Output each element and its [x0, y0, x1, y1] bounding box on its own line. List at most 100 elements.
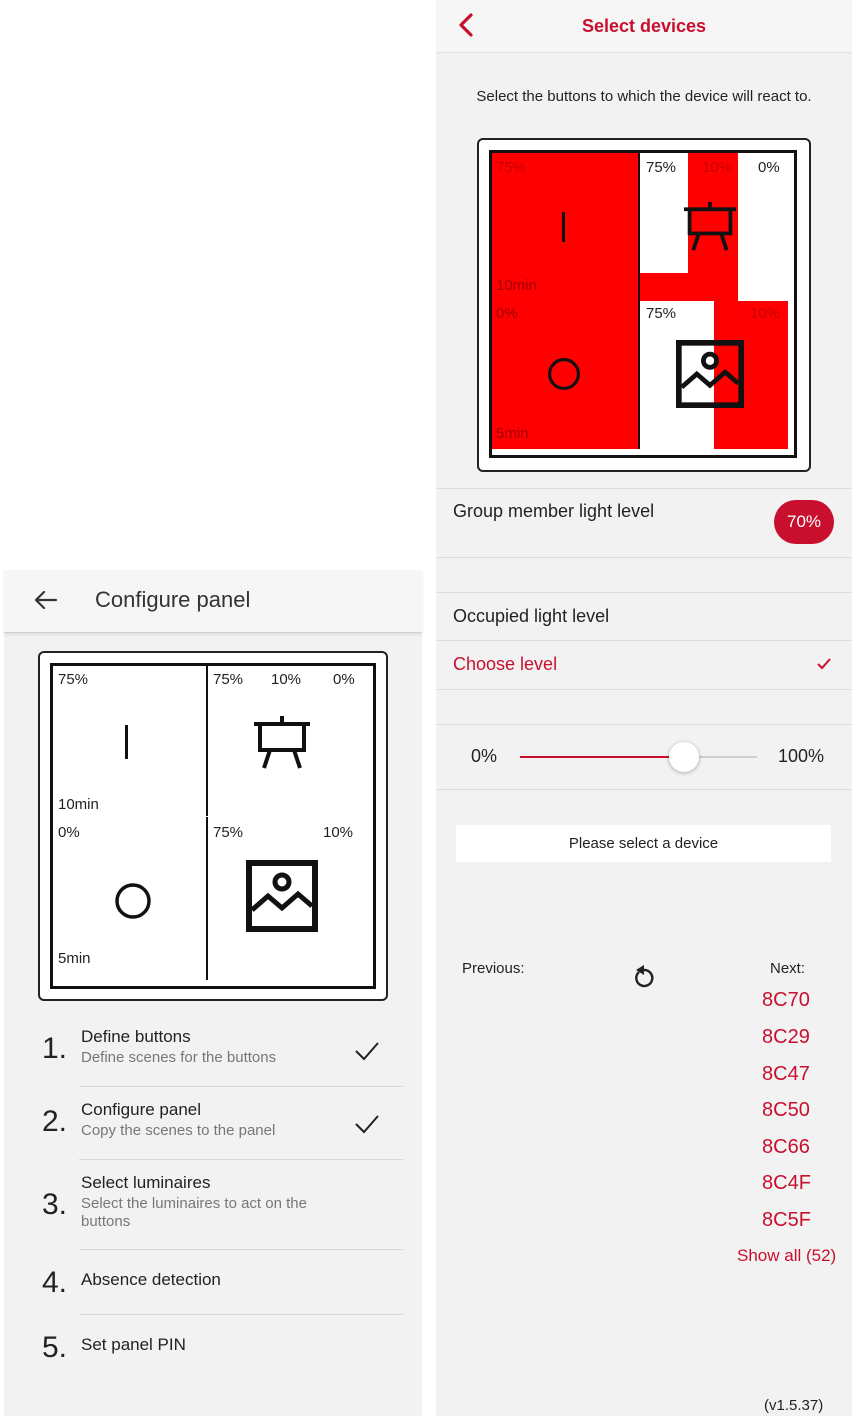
cell-label: 75% — [496, 159, 527, 176]
next-device-item[interactable]: 8C4F — [762, 1172, 811, 1195]
step-title: Configure panel — [81, 1100, 202, 1119]
picture-icon — [676, 340, 744, 408]
slider-fill — [520, 756, 684, 758]
panel-preview: 75% 10min 75% 10% 0% 0% 5min 75% 10% — [38, 651, 388, 1001]
step-number: 1. — [42, 1032, 68, 1065]
cell-label: 10% — [271, 671, 302, 688]
cell-label: 10% — [323, 824, 354, 841]
panel-buttons: 75% 10min 75% 10% 0% 0% 5min 75% 10% — [50, 663, 376, 989]
divider — [436, 488, 852, 489]
button-picture[interactable]: 75% 10% — [640, 301, 788, 449]
divider — [79, 1314, 403, 1315]
cell-label: 10% — [702, 159, 733, 176]
next-label: Next: — [770, 960, 806, 977]
slider-max-label: 100% — [778, 746, 825, 766]
slider-thumb[interactable] — [668, 742, 699, 772]
step-title: Select luminaires — [81, 1173, 211, 1192]
divider — [436, 689, 852, 690]
button-off[interactable]: 0% 5min — [492, 301, 638, 449]
divider — [79, 1086, 403, 1087]
next-device-item[interactable]: 8C5F — [762, 1209, 811, 1232]
previous-label: Previous: — [462, 960, 525, 977]
occupied-light-label: Occupied light level — [453, 606, 610, 626]
slider-min-label: 0% — [471, 746, 498, 766]
off-icon — [548, 358, 580, 390]
panel-selector: 75% 10min 0% 5min 75% 10% 0% 75% 10% — [477, 138, 811, 472]
easel-icon — [684, 201, 736, 251]
header: Select devices — [436, 0, 852, 53]
step-number: 2. — [42, 1105, 68, 1138]
cell-label: 0% — [496, 305, 518, 322]
select-devices-screen: Select devices Select the buttons to whi… — [436, 0, 852, 1416]
refresh-icon[interactable] — [632, 964, 656, 990]
next-device-item[interactable]: 8C66 — [762, 1136, 810, 1159]
cell-label: 75% — [213, 824, 244, 841]
step-subtitle: Define scenes for the buttons — [81, 1049, 277, 1066]
group-member-light-label: Group member light level — [453, 501, 655, 521]
step-select-luminaires[interactable]: 3. Select luminaires Select the luminair… — [4, 1164, 404, 1250]
step-configure-panel[interactable]: 2. Configure panel Copy the scenes to th… — [4, 1091, 404, 1161]
step-set-panel-pin[interactable]: 5. Set panel PIN — [4, 1319, 404, 1379]
cell-label: 5min — [496, 425, 529, 442]
configure-panel-screen: Configure panel 75% 10min 75% 10% 0% 0% … — [4, 570, 422, 1416]
header: Configure panel — [4, 570, 422, 633]
step-subtitle: Copy the scenes to the panel — [81, 1122, 276, 1139]
button-presentation[interactable]: 75% 10% 0% — [640, 153, 788, 301]
button-picture[interactable]: 75% 10% — [208, 818, 367, 980]
step-title: Set panel PIN — [81, 1335, 186, 1354]
easel-icon — [254, 716, 310, 769]
instruction-text: Select the buttons to which the device w… — [476, 88, 812, 105]
next-device-item[interactable]: 8C70 — [762, 989, 810, 1012]
off-icon — [115, 883, 151, 919]
next-device-item[interactable]: 8C29 — [762, 1026, 810, 1049]
button-presentation[interactable]: 75% 10% 0% — [208, 666, 367, 816]
divider — [436, 789, 852, 790]
divider — [79, 1159, 403, 1160]
picture-icon — [246, 860, 318, 932]
version-label: (v1.5.37) — [764, 1397, 824, 1414]
step-title: Define buttons — [81, 1027, 191, 1046]
choose-level-option[interactable]: Choose level — [453, 654, 557, 675]
button-on[interactable]: 75% 10min — [53, 666, 206, 816]
cell-label: 75% — [58, 671, 89, 688]
cell-label: 5min — [58, 950, 91, 967]
divider — [436, 724, 852, 725]
step-subtitle: Select the luminaires to act on the butt… — [81, 1195, 307, 1230]
step-define-buttons[interactable]: 1. Define buttons Define scenes for the … — [4, 1018, 404, 1088]
page-title: Configure panel — [95, 587, 251, 612]
step-absence-detection[interactable]: 4. Absence detection — [4, 1254, 404, 1314]
device-prompt: Please select a device — [456, 825, 831, 862]
divider — [436, 592, 852, 593]
cell-label: 10min — [496, 277, 537, 294]
button-off[interactable]: 0% 5min — [53, 818, 206, 980]
cell-label: 75% — [646, 159, 677, 176]
divider — [436, 557, 852, 558]
check-icon — [355, 1115, 379, 1134]
cell-label: 10% — [750, 305, 781, 322]
step-number: 3. — [42, 1188, 68, 1221]
light-level-slider[interactable] — [520, 756, 757, 758]
panel-buttons: 75% 10min 0% 5min 75% 10% 0% 75% 10% — [489, 150, 797, 458]
page-title: Select devices — [581, 16, 707, 36]
step-number: 5. — [42, 1331, 68, 1364]
on-icon — [125, 725, 128, 759]
next-device-item[interactable]: 8C47 — [762, 1063, 810, 1086]
cell-label: 0% — [758, 159, 780, 176]
divider — [436, 640, 852, 641]
cell-label: 0% — [333, 671, 355, 688]
step-number: 4. — [42, 1266, 68, 1299]
cell-label: 0% — [58, 824, 80, 841]
check-icon — [355, 1042, 379, 1061]
group-member-light-value[interactable]: 70% — [774, 500, 834, 544]
step-title: Absence detection — [81, 1270, 221, 1289]
cell-label: 10min — [58, 796, 99, 813]
cell-label: 75% — [646, 305, 677, 322]
check-icon — [817, 658, 831, 670]
on-icon — [562, 212, 565, 242]
next-device-item[interactable]: 8C50 — [762, 1099, 810, 1122]
divider — [79, 1249, 403, 1250]
button-on[interactable]: 75% 10min — [492, 153, 638, 301]
back-arrow-icon[interactable] — [32, 586, 60, 614]
show-all-link[interactable]: Show all (52) — [737, 1246, 836, 1266]
cell-label: 75% — [213, 671, 244, 688]
